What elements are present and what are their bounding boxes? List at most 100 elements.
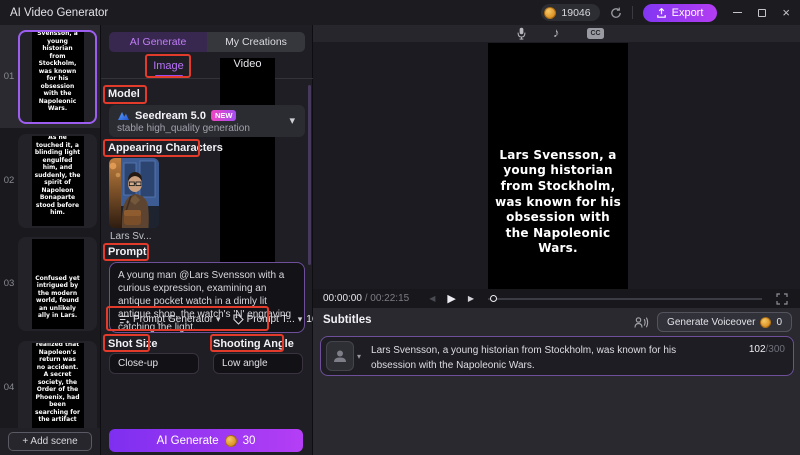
tab-ai-generate[interactable]: AI Generate [109, 32, 207, 52]
generate-voiceover-button[interactable]: Generate Voiceover 0 [657, 312, 792, 332]
play-button[interactable]: ▶ [447, 292, 455, 305]
coin-icon [760, 317, 771, 328]
captions-icon[interactable]: CC [587, 28, 604, 39]
time-total: 00:22:15 [370, 293, 409, 304]
voiceover-label: Generate Voiceover [667, 317, 755, 328]
character-card[interactable] [109, 158, 159, 228]
shot-size-input[interactable]: Close-up [109, 353, 199, 374]
person-icon [332, 348, 348, 364]
credits-badge[interactable]: 19046 [541, 4, 599, 21]
playback-controls: 00:00:00 / 00:22:15 ◀ ▶ ▶ [313, 289, 800, 308]
scene-thumb-text: The duo quickly realized that Napoleon's… [35, 341, 81, 424]
scene-thumb-text: As he touched it, a blinding light engul… [35, 134, 81, 217]
scene-thumbnail[interactable]: Lars Svensson, a young historian from St… [18, 30, 97, 124]
time-display: 00:00:00 / 00:22:15 [323, 293, 409, 304]
fullscreen-icon[interactable] [776, 293, 788, 305]
shot-size-label: Shot Size [108, 338, 158, 350]
scene-thumbnail[interactable]: As he touched it, a blinding light engul… [18, 134, 97, 228]
model-name: Seedream 5.0 [135, 110, 206, 122]
scene-item-02[interactable]: 02 As he touched it, a blinding light en… [0, 129, 100, 232]
scene-number: 04 [0, 382, 18, 393]
prompt-generator-button[interactable]: Prompt Generator ▾ [115, 314, 225, 325]
export-label: Export [672, 7, 704, 19]
tab-my-creations[interactable]: My Creations [207, 32, 305, 52]
count-max: /300 [766, 344, 785, 355]
prompt-template-label: Prompt T... [247, 314, 295, 325]
video-caption-text: Lars Svensson, a young historian from St… [495, 148, 621, 257]
model-selector[interactable]: Seedream 5.0 NEW stable high_quality gen… [109, 105, 305, 137]
coin-icon [544, 7, 556, 19]
maximize-icon[interactable] [758, 9, 766, 17]
chevron-down-icon[interactable]: ▾ [357, 352, 361, 361]
add-scene-button[interactable]: + Add scene [8, 432, 92, 451]
seek-slider[interactable] [488, 294, 762, 304]
scene-item-03[interactable]: 03 Confused yet intrigued by the modern … [0, 232, 100, 335]
scene-thumbnail[interactable]: The duo quickly realized that Napoleon's… [18, 341, 97, 429]
subtitles-title: Subtitles [323, 314, 372, 326]
scene-number: 02 [0, 175, 18, 186]
character-name: Lars Sv... [110, 231, 152, 242]
subtab-image[interactable]: Image [141, 60, 196, 72]
count-current: 102 [749, 344, 766, 355]
player-toolbar: ♪ CC [313, 25, 800, 42]
scene-number: 01 [0, 71, 18, 82]
shooting-angle-label: Shooting Angle [213, 338, 294, 350]
character-photo [109, 158, 159, 228]
subtitle-row[interactable]: ▾ Lars Svensson, a young historian from … [320, 336, 794, 376]
main-tabs: AI Generate My Creations [109, 32, 305, 52]
voice-avatar[interactable] [326, 341, 354, 371]
previous-frame-button[interactable]: ◀ [429, 294, 435, 303]
player-panel: ♪ CC Lars Svensson, a young historian fr… [313, 25, 800, 455]
next-frame-button[interactable]: ▶ [468, 294, 474, 303]
subtitles-actions: Generate Voiceover 0 [634, 312, 792, 332]
refresh-icon[interactable] [610, 7, 622, 19]
model-label: Model [108, 88, 140, 100]
upload-icon [657, 8, 666, 18]
prompt-editor[interactable]: A young man @Lars Svensson with a curiou… [109, 262, 305, 333]
scene-number: 03 [0, 278, 18, 289]
prompt-label: Prompt [108, 246, 147, 258]
ai-generate-cost: 30 [243, 435, 256, 447]
characters-label: Appearing Characters [108, 142, 223, 154]
scene-thumb-text: Lars Svensson, a young historian from St… [35, 30, 81, 113]
subtitle-text[interactable]: Lars Svensson, a young historian from St… [371, 344, 723, 373]
microphone-icon[interactable] [516, 27, 527, 40]
app-title: AI Video Generator [10, 7, 108, 19]
media-subtabs: Image Video [101, 57, 313, 79]
voiceover-cost: 0 [776, 317, 782, 328]
prompt-tools: Prompt Generator ▾ Prompt T... ▾ 162/200… [115, 309, 299, 329]
time-current: 00:00:00 [323, 293, 362, 304]
add-scene-bar: + Add scene [0, 428, 100, 455]
prompt-generator-label: Prompt Generator [133, 314, 213, 325]
scene-thumbnail[interactable]: Confused yet intrigued by the modern wor… [18, 237, 97, 331]
seek-track [488, 298, 762, 300]
export-button[interactable]: Export [643, 4, 718, 22]
model-description: stable high_quality generation [117, 123, 297, 134]
shooting-angle-input[interactable]: Low angle [213, 353, 303, 374]
coin-icon [225, 435, 237, 447]
scrollbar-thumb[interactable] [308, 85, 311, 265]
prompt-template-button[interactable]: Prompt T... ▾ [229, 314, 307, 325]
scene-list: 01 Lars Svensson, a young historian from… [0, 25, 100, 428]
music-icon[interactable]: ♪ [553, 25, 560, 40]
scene-item-04[interactable]: 04 The duo quickly realized that Napoleo… [0, 336, 100, 428]
subtitles-section: Subtitles Generate Voiceover 0 [313, 308, 800, 455]
video-preview-area: Lars Svensson, a young historian from St… [313, 42, 800, 289]
subtitle-char-count: 102/300 [749, 344, 785, 355]
seedream-logo-icon [117, 109, 130, 122]
seek-handle[interactable] [490, 295, 497, 302]
prompt-template-icon [233, 314, 244, 325]
video-canvas[interactable]: Lars Svensson, a young historian from St… [488, 43, 628, 289]
credits-count: 19046 [561, 7, 590, 19]
prompt-generator-icon [119, 314, 130, 325]
ai-generate-button[interactable]: AI Generate 30 [109, 429, 303, 452]
minimize-icon[interactable] [733, 12, 742, 14]
generator-panel: AI Generate My Creations Image Video Mod… [101, 25, 313, 455]
chevron-down-icon: ▾ [298, 314, 303, 325]
scene-sidebar: 01 Lars Svensson, a young historian from… [0, 25, 101, 455]
chevron-down-icon: ▾ [289, 114, 295, 127]
voice-icon[interactable] [634, 316, 649, 329]
titlebar-actions: 19046 Export × [541, 4, 790, 22]
close-icon[interactable]: × [782, 6, 790, 19]
scene-item-01[interactable]: 01 Lars Svensson, a young historian from… [0, 25, 100, 128]
